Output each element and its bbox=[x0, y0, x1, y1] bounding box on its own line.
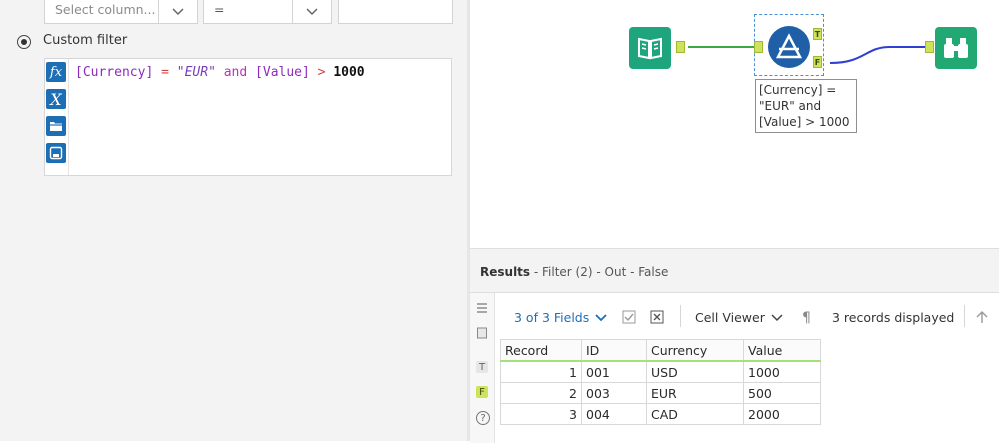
cell-currency[interactable]: USD bbox=[646, 360, 744, 383]
column-header[interactable]: ID bbox=[581, 339, 647, 362]
column-header[interactable]: Value bbox=[743, 339, 821, 362]
chevron-down-icon[interactable] bbox=[292, 0, 331, 23]
expression-text[interactable]: [Currency] = "EUR" and [Value] > 1000 bbox=[75, 65, 365, 80]
results-subtitle: - Filter (2) - Out - False bbox=[530, 265, 669, 279]
column-select-placeholder: Select column... bbox=[55, 2, 156, 17]
expr-operator-eq: = bbox=[153, 65, 177, 80]
chevron-down-icon bbox=[771, 313, 783, 321]
metadata-icon[interactable] bbox=[476, 327, 488, 339]
table-header-row: Record ID Currency Value bbox=[500, 339, 821, 362]
results-heading: Results bbox=[480, 265, 531, 279]
filter-input-anchor[interactable] bbox=[754, 41, 763, 53]
filter-annotation: [Currency] = "EUR" and [Value] > 1000 bbox=[755, 79, 857, 133]
chevron-down-icon[interactable] bbox=[158, 0, 197, 23]
input-output-anchor[interactable] bbox=[676, 41, 685, 53]
cell-viewer-selector[interactable]: Cell Viewer bbox=[695, 310, 783, 325]
folder-open-icon[interactable] bbox=[46, 116, 66, 136]
cell-record[interactable]: 1 bbox=[500, 360, 582, 383]
checkbox-icon[interactable] bbox=[622, 310, 636, 324]
filter-config-panel: Select column... = Custom filter fx X [C… bbox=[0, 0, 468, 441]
column-select[interactable]: Select column... bbox=[44, 0, 198, 24]
custom-filter-radio[interactable] bbox=[17, 35, 31, 49]
toolbar-divider bbox=[680, 305, 681, 327]
cell-id[interactable]: 003 bbox=[581, 382, 647, 404]
clear-icon[interactable] bbox=[650, 310, 664, 324]
cell-record[interactable]: 3 bbox=[500, 403, 582, 425]
cell-id[interactable]: 001 bbox=[581, 360, 647, 383]
true-output-icon[interactable]: T bbox=[476, 361, 488, 373]
value-input[interactable] bbox=[338, 0, 453, 24]
save-icon[interactable] bbox=[46, 143, 66, 163]
operator-value: = bbox=[214, 2, 225, 17]
editor-gutter: fx X bbox=[45, 59, 69, 175]
fields-label: 3 of 3 Fields bbox=[514, 310, 590, 325]
help-icon[interactable]: ? bbox=[476, 411, 490, 425]
results-title: Results - Filter (2) - Out - False bbox=[480, 265, 668, 279]
workflow-canvas[interactable]: T F [Currency] = "EUR" and [Value] > 100… bbox=[470, 0, 999, 250]
book-icon bbox=[638, 37, 662, 60]
expr-number: 1000 bbox=[333, 65, 365, 80]
expr-keyword-and: and bbox=[215, 65, 256, 80]
filter-true-anchor[interactable]: T bbox=[813, 28, 822, 40]
false-output-icon[interactable]: F bbox=[476, 386, 488, 398]
filter-false-anchor[interactable]: F bbox=[813, 56, 822, 68]
input-data-tool[interactable] bbox=[629, 27, 671, 69]
cell-currency[interactable]: CAD bbox=[646, 403, 744, 425]
results-panel: Results - Filter (2) - Out - False T F ?… bbox=[470, 248, 999, 443]
annotation-line: [Value] > 1000 bbox=[759, 115, 850, 129]
arrow-up-icon[interactable] bbox=[976, 310, 988, 324]
results-body: T F ? 3 of 3 Fields Cell Viewer ¶ 3 reco… bbox=[470, 292, 999, 443]
fields-selector[interactable]: 3 of 3 Fields bbox=[514, 310, 607, 325]
table-row[interactable]: 2 003 EUR 500 bbox=[500, 382, 821, 404]
connection-false-to-browse bbox=[829, 46, 925, 64]
custom-filter-label: Custom filter bbox=[43, 33, 128, 48]
operator-select[interactable]: = bbox=[203, 0, 332, 24]
table-row[interactable]: 3 004 CAD 2000 bbox=[500, 403, 821, 425]
cell-value[interactable]: 500 bbox=[743, 382, 821, 404]
column-header[interactable]: Record bbox=[500, 339, 582, 362]
binoculars-icon bbox=[944, 38, 968, 58]
column-header[interactable]: Currency bbox=[646, 339, 744, 362]
expression-editor[interactable]: fx X [Currency] = "EUR" and [Value] > 10… bbox=[44, 58, 452, 176]
table-row[interactable]: 1 001 USD 1000 bbox=[500, 360, 821, 383]
cell-currency[interactable]: EUR bbox=[646, 382, 744, 404]
expr-string-eur: "EUR" bbox=[176, 65, 216, 80]
cell-value[interactable]: 2000 bbox=[743, 403, 821, 425]
expr-field-value: [Value] bbox=[255, 65, 310, 80]
browse-tool[interactable] bbox=[935, 27, 977, 69]
x-variable-icon[interactable]: X bbox=[46, 89, 66, 109]
records-count: 3 records displayed bbox=[832, 310, 955, 325]
annotation-line: [Currency] = bbox=[759, 83, 837, 97]
expr-operator-gt: > bbox=[309, 65, 334, 80]
toolbar-divider bbox=[964, 305, 965, 327]
connections-layer bbox=[688, 46, 925, 64]
browse-input-anchor[interactable] bbox=[925, 41, 934, 53]
results-toolbar: 3 of 3 Fields Cell Viewer ¶ 3 records di… bbox=[494, 293, 999, 343]
filter-tool[interactable] bbox=[768, 26, 810, 68]
filter-icon bbox=[775, 33, 803, 59]
list-icon[interactable] bbox=[476, 302, 488, 314]
cell-record[interactable]: 2 bbox=[500, 382, 582, 404]
results-side-toolbar: T F ? bbox=[470, 293, 495, 443]
cell-value[interactable]: 1000 bbox=[743, 360, 821, 383]
expr-field-currency: [Currency] bbox=[75, 65, 154, 80]
pilcrow-icon[interactable]: ¶ bbox=[802, 310, 811, 326]
chevron-down-icon bbox=[595, 313, 607, 321]
cell-id[interactable]: 004 bbox=[581, 403, 647, 425]
results-table: Record ID Currency Value 1 001 USD 1000 … bbox=[500, 339, 821, 425]
cell-viewer-label: Cell Viewer bbox=[695, 310, 765, 325]
fx-function-icon[interactable]: fx bbox=[46, 62, 66, 82]
annotation-line: "EUR" and bbox=[759, 99, 822, 113]
